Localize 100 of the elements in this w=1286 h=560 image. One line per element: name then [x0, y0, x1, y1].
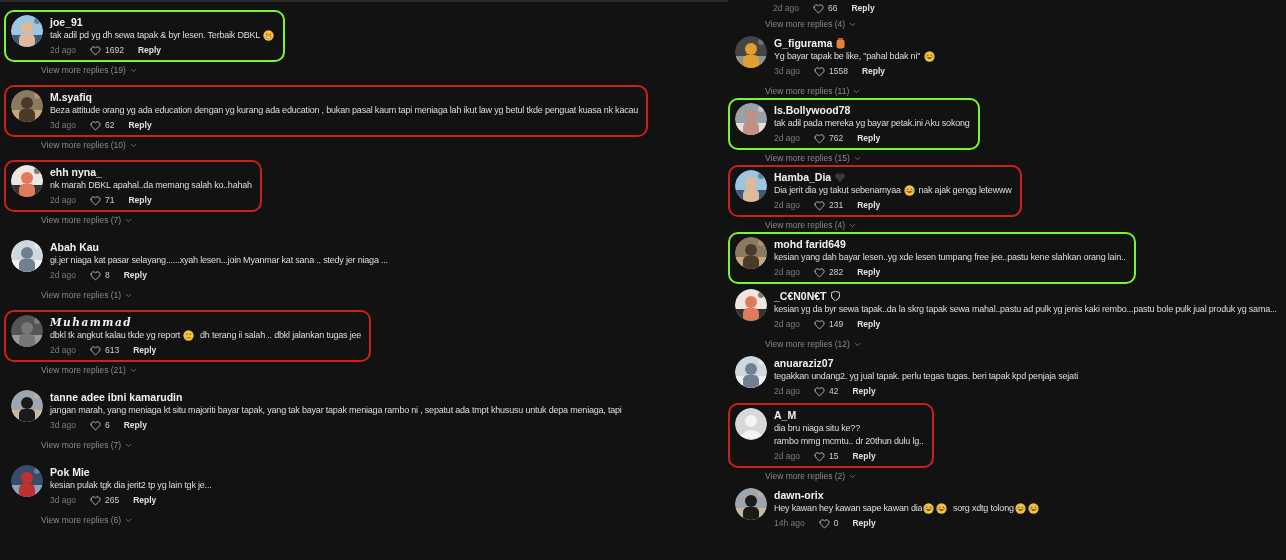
comment-time: 2d ago [50, 45, 76, 55]
reply-button[interactable]: Reply [857, 200, 881, 210]
heart-icon [814, 318, 825, 330]
like-count[interactable]: 15 [814, 450, 839, 462]
comment-time: 2d ago [774, 200, 800, 210]
user-name[interactable]: tanne adee ibni kamarudin [50, 391, 183, 403]
user-name[interactable]: anuaraziz07 [774, 357, 834, 369]
comment-text: kesian yang dah bayar lesen..yg xde lesen tumpang free jee..pastu kene slahkan orang lain.. [774, 251, 1126, 264]
view-replies-button[interactable]: View more replies (4) [765, 17, 858, 31]
view-replies-button[interactable]: View more replies (12) [765, 337, 862, 351]
comment-time: 3d ago [50, 120, 76, 130]
like-count[interactable]: 71 [90, 194, 115, 206]
heart-icon [90, 194, 101, 206]
view-replies-button[interactable]: View more replies (7) [41, 213, 134, 227]
comment-text: Hey kawan hey kawan sape kawan dia sorg xdtg tolong [774, 502, 1040, 515]
heart-icon [814, 132, 825, 144]
like-count[interactable]: 6 [90, 419, 110, 431]
like-count[interactable]: 762 [814, 132, 844, 144]
user-name[interactable]: Is.Bollywood78 [774, 104, 851, 116]
comment-time: 3d ago [50, 420, 76, 430]
like-count[interactable]: 265 [90, 494, 120, 506]
user-name[interactable]: A_M [774, 409, 797, 421]
reply-button[interactable]: Reply [851, 3, 875, 13]
like-count[interactable]: 0 [818, 517, 839, 529]
reply-button[interactable]: Reply [857, 319, 881, 329]
heart-icon [90, 44, 101, 56]
view-replies-button[interactable]: View more replies (15) [765, 151, 862, 165]
view-replies-button[interactable]: View more replies (11) [765, 84, 862, 98]
reply-button[interactable]: Reply [133, 495, 157, 505]
comment-time: 2d ago [50, 270, 76, 280]
reply-button[interactable]: Reply [852, 386, 876, 396]
comment-time: 2d ago [774, 319, 800, 329]
view-replies-button[interactable]: View more replies (6) [41, 513, 134, 527]
heart-icon [814, 450, 825, 462]
reply-button[interactable]: Reply [857, 267, 881, 277]
comment-time: 14h ago [774, 518, 805, 528]
user-name[interactable]: M.syafiq [50, 91, 92, 103]
user-name[interactable]: G_figurama [774, 37, 833, 49]
heart-icon [813, 2, 824, 14]
view-replies-button[interactable]: View more replies (21) [41, 363, 138, 377]
comment-text: Dia jerit dia yg takut sebenarnyaa nak ajak gengg letewww [774, 184, 1012, 197]
like-count[interactable]: 66 [813, 2, 838, 14]
user-name[interactable]: Muhammad [50, 316, 133, 328]
heart-icon [90, 344, 101, 356]
like-count[interactable]: 1558 [814, 65, 848, 77]
comment-time: 2d ago [774, 267, 800, 277]
comment-text: dbkl tk angkut kalau tkde yg report dh terang ii salah .. dbkl jalankan tugas jee [50, 329, 362, 342]
reply-button[interactable]: Reply [128, 120, 152, 130]
comment-text: rambo mmg mcmtu.. dr 20thun dulu lg.. [774, 435, 924, 448]
view-replies-button[interactable]: View more replies (1) [41, 288, 134, 302]
user-name[interactable]: Abah Kau [50, 241, 99, 253]
like-count[interactable]: 231 [814, 199, 844, 211]
comment-time: 2d ago [773, 3, 799, 13]
user-name[interactable]: Pok Mie [50, 466, 90, 478]
like-count[interactable]: 282 [814, 266, 844, 278]
comment-time: 3d ago [50, 495, 76, 505]
heart-icon [90, 269, 101, 281]
user-name[interactable]: joe_91 [50, 16, 83, 28]
comment-time: 2d ago [50, 345, 76, 355]
comment-text: jangan marah, yang meniaga kt situ majoriti bayar tapak, yang tak bayar tapak meniaga rambo ni , sepatut ada tmpt khususu untuk depa meniaga, tapi [50, 404, 622, 417]
reply-button[interactable]: Reply [861, 66, 886, 76]
reply-button[interactable]: Reply [857, 133, 881, 143]
like-count[interactable]: 8 [90, 269, 110, 281]
reply-button[interactable]: Reply [137, 45, 162, 55]
reply-button[interactable]: Reply [123, 420, 147, 430]
comment-text: kesian pulak tgk dia jerit2 tp yg lain tgk je... [50, 479, 212, 492]
heart-icon [814, 266, 825, 278]
heart-icon [814, 199, 825, 211]
comment-time: 3d ago [774, 66, 800, 76]
comment-text: nk marah DBKL apahal..da memang salah ko..hahah [50, 179, 252, 192]
reply-button[interactable]: Reply [128, 195, 152, 205]
like-count[interactable]: 149 [814, 318, 844, 330]
view-replies-button[interactable]: View more replies (2) [765, 469, 858, 483]
reply-button[interactable]: Reply [123, 270, 147, 280]
user-name[interactable]: mohd farid649 [774, 238, 846, 250]
view-replies-button[interactable]: View more replies (4) [765, 218, 858, 232]
like-count[interactable]: 613 [90, 344, 120, 356]
user-name[interactable]: dawn-orix [774, 489, 824, 501]
heart-icon [90, 494, 101, 506]
comment-text: Yg bayar tapak be like, "pahal bdak ni" [774, 50, 936, 63]
comment-text: dia bru niaga situ ke?? [774, 422, 861, 435]
comment-text: tak adil pada mereka yg bayar petak.ini Aku sokong [774, 117, 970, 130]
comment-text: gi.jer niaga kat pasar selayang......xyah lesen...join Myanmar kat sana .. stedy jer niaga ... [50, 254, 388, 267]
comment-time: 2d ago [774, 451, 800, 461]
comment-text: tegakkan undang2. yg jual tapak. perlu tegas tugas. beri tapak kpd penjaja sejati [774, 370, 1079, 383]
reply-button[interactable]: Reply [852, 451, 876, 461]
reply-button[interactable]: Reply [852, 518, 876, 528]
like-count[interactable]: 62 [90, 119, 115, 131]
view-replies-button[interactable]: View more replies (19) [41, 63, 138, 77]
like-count[interactable]: 42 [814, 385, 839, 397]
view-replies-button[interactable]: View more replies (7) [41, 438, 134, 452]
heart-icon [90, 119, 101, 131]
user-name[interactable]: Hamba_Dia [774, 171, 832, 183]
reply-button[interactable]: Reply [133, 345, 157, 355]
heart-icon [818, 517, 830, 529]
like-count[interactable]: 1692 [90, 44, 124, 56]
view-replies-button[interactable]: View more replies (10) [41, 138, 138, 152]
comment-text: kesian yg da byr sewa tapak..da la skrg tapak sewa mahal..pastu ad pulk yg jenis kaki rembo...pastu bole pulk jual produk yg sama... [774, 303, 1276, 316]
user-name[interactable]: ehh nyna_ [50, 166, 102, 178]
user-name[interactable]: _C€N0N€T [774, 290, 827, 302]
